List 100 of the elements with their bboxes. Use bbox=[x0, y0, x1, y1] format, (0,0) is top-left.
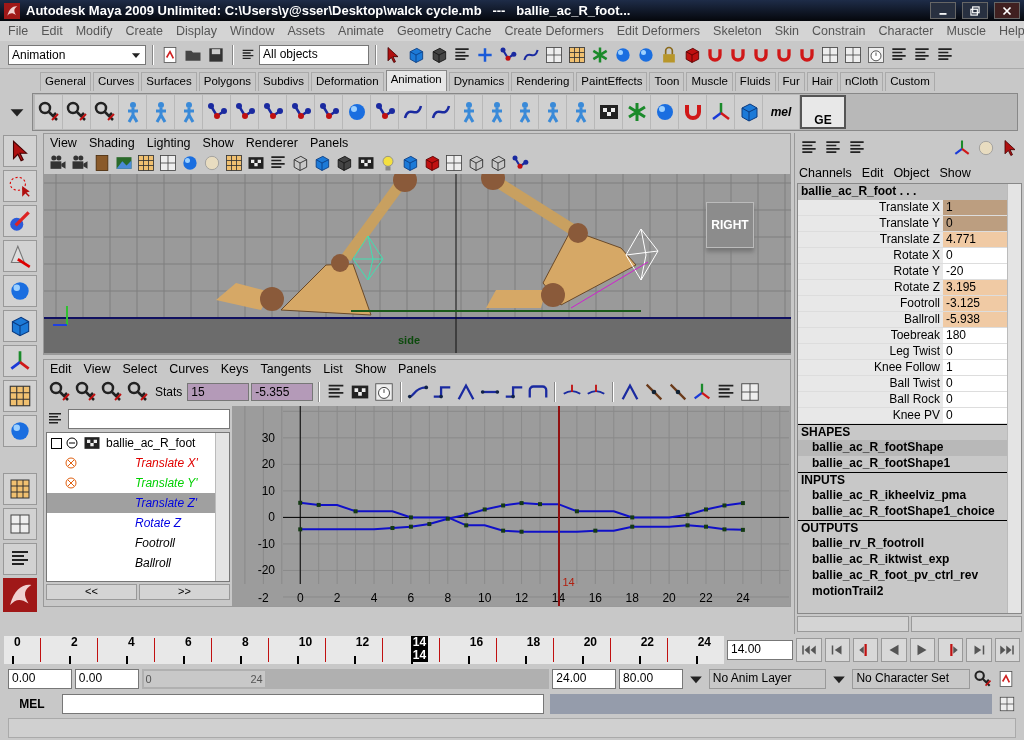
channel-value[interactable]: -5.938 bbox=[943, 312, 1007, 327]
channel-value[interactable]: 180 bbox=[943, 328, 1007, 343]
keyframe[interactable] bbox=[390, 526, 395, 530]
channel-row[interactable]: Rotate Z bbox=[47, 513, 215, 533]
panel-menu-item[interactable]: Keys bbox=[220, 362, 249, 376]
panels-icon[interactable] bbox=[998, 695, 1016, 713]
menu-item[interactable]: Animate bbox=[338, 24, 384, 38]
keyframe[interactable] bbox=[298, 500, 303, 505]
channel-name[interactable]: Ball Twist bbox=[798, 376, 943, 391]
menu-item[interactable]: Skeleton bbox=[713, 24, 762, 38]
minimize-button[interactable] bbox=[930, 2, 956, 19]
shelf-tab[interactable]: Muscle bbox=[686, 72, 733, 91]
maximize-icon[interactable] bbox=[968, 3, 982, 18]
keyframe[interactable] bbox=[740, 501, 745, 506]
channel-value[interactable]: 0 bbox=[943, 376, 1007, 391]
shelf-tab[interactable]: Custom bbox=[885, 72, 935, 91]
panel-menu-item[interactable]: View bbox=[83, 362, 111, 376]
grid-icon[interactable] bbox=[136, 153, 156, 173]
key-icon[interactable] bbox=[973, 669, 993, 689]
shelf-tab[interactable]: General bbox=[40, 72, 91, 91]
menu-set-dropdown[interactable]: Animation bbox=[8, 44, 146, 65]
start-time-field[interactable]: 0.00 bbox=[8, 669, 72, 689]
panel-menu-item[interactable]: Edit bbox=[50, 362, 72, 376]
keyframe[interactable] bbox=[593, 528, 598, 533]
panels-icon[interactable] bbox=[843, 44, 863, 65]
channel-value[interactable]: 0 bbox=[943, 344, 1007, 359]
channel-value[interactable]: 0 bbox=[943, 216, 1007, 231]
panels-icon[interactable] bbox=[444, 153, 464, 173]
mel-script-button[interactable]: mel bbox=[763, 95, 799, 129]
menu-item[interactable]: File bbox=[8, 24, 29, 38]
node-item[interactable]: ballie_ac_R_footShape1_choice bbox=[798, 504, 1007, 520]
channel-name[interactable]: Knee Follow bbox=[798, 360, 943, 375]
shelf-tab[interactable]: Fur bbox=[777, 72, 805, 91]
panels-icon[interactable] bbox=[544, 44, 564, 65]
menu-item[interactable]: Skin bbox=[774, 24, 800, 38]
menu-item[interactable]: Character bbox=[878, 24, 934, 38]
channel-value[interactable]: 1 bbox=[943, 200, 1007, 215]
shelf-tab[interactable]: Toon bbox=[649, 72, 685, 91]
channel-name[interactable]: Translate Y bbox=[798, 216, 943, 231]
panel-menu-item[interactable]: Curves bbox=[169, 362, 209, 376]
clock-icon[interactable] bbox=[373, 381, 396, 403]
channel-name[interactable]: Translate Z bbox=[798, 232, 943, 247]
grid-icon[interactable] bbox=[567, 44, 587, 65]
keyframe[interactable] bbox=[316, 502, 321, 507]
shelf-tab[interactable]: nCloth bbox=[839, 72, 884, 91]
channel-value[interactable]: -20 bbox=[943, 264, 1007, 279]
anim-layer-dropdown[interactable]: No Anim Layer bbox=[708, 669, 827, 689]
shelf-tab[interactable]: Fluids bbox=[734, 72, 776, 91]
range-handle[interactable]: 0 24 bbox=[143, 671, 265, 687]
menu-item[interactable]: Geometry Cache bbox=[396, 24, 492, 38]
close-button[interactable] bbox=[994, 2, 1020, 19]
shelf-tab[interactable]: Polygons bbox=[198, 72, 257, 91]
sphere-icon[interactable] bbox=[180, 153, 200, 173]
panels-icon[interactable] bbox=[820, 44, 840, 65]
scroll-button[interactable]: << bbox=[46, 584, 137, 600]
channel-name[interactable]: Leg Twist bbox=[798, 344, 943, 359]
panel-menu-item[interactable]: Edit bbox=[861, 166, 884, 180]
keyframe[interactable] bbox=[685, 512, 690, 517]
collapse-icon[interactable] bbox=[66, 437, 78, 449]
shelf-tab[interactable]: Deformation bbox=[311, 72, 384, 91]
keyframe[interactable] bbox=[722, 503, 727, 508]
menu-item[interactable]: Modify bbox=[75, 24, 113, 38]
keyframe[interactable] bbox=[685, 523, 690, 528]
channel-value[interactable]: 3.195 bbox=[943, 280, 1007, 295]
node-item[interactable]: ballie_ac_R_footShape bbox=[798, 440, 1007, 456]
channel-name[interactable]: Toebreak bbox=[798, 328, 943, 343]
keyframe[interactable] bbox=[722, 527, 727, 532]
menu-item[interactable]: Constrain bbox=[812, 24, 866, 38]
object-name[interactable]: ballie_ac_R_foot . . . bbox=[798, 184, 1007, 200]
panel-menu-item[interactable]: Tangents bbox=[260, 362, 312, 376]
channel-value[interactable]: -3.125 bbox=[943, 296, 1007, 311]
channel-row[interactable]: Ballroll bbox=[47, 553, 215, 573]
graph-editor-button[interactable]: GE bbox=[800, 95, 846, 129]
panel-menu-item[interactable]: Renderer bbox=[245, 136, 298, 150]
channel-row[interactable]: Translate X' bbox=[47, 453, 215, 473]
panel-menu-item[interactable]: Show bbox=[354, 362, 387, 376]
shelf-tab[interactable]: Surfaces bbox=[141, 72, 197, 91]
channel-name[interactable]: Ball Rock bbox=[798, 392, 943, 407]
command-language-label[interactable]: MEL bbox=[8, 697, 56, 711]
channel-name[interactable]: Knee PV bbox=[798, 408, 943, 423]
keyframe[interactable] bbox=[538, 502, 542, 507]
playback-start-field[interactable]: 0.00 bbox=[74, 669, 139, 689]
shelf-tab[interactable]: PaintEffects bbox=[576, 72, 648, 91]
node-item[interactable]: ballie_ac_R_foot_pv_ctrl_rev bbox=[798, 568, 1007, 584]
keyframe[interactable] bbox=[574, 509, 579, 514]
clock-icon[interactable] bbox=[866, 44, 886, 65]
range-slider[interactable]: 0 24 bbox=[141, 669, 550, 689]
panels-icon[interactable] bbox=[739, 381, 762, 403]
channel-row[interactable]: Footroll bbox=[47, 533, 215, 553]
maximize-button[interactable] bbox=[962, 2, 988, 19]
shelf-tab[interactable]: Dynamics bbox=[448, 72, 510, 91]
keyframe[interactable] bbox=[519, 529, 524, 534]
scrollbar[interactable] bbox=[215, 433, 229, 581]
time-slider[interactable]: 0 2 4 6 8 10 12 14 14 16 18 20 22 24 bbox=[4, 636, 724, 664]
menu-item[interactable]: Window bbox=[230, 24, 275, 38]
menu-item[interactable]: Edit bbox=[41, 24, 63, 38]
keyframe[interactable] bbox=[482, 507, 487, 512]
command-field[interactable] bbox=[62, 694, 544, 714]
keyframe[interactable] bbox=[353, 509, 358, 514]
channel-value[interactable]: 4.771 bbox=[943, 232, 1007, 247]
